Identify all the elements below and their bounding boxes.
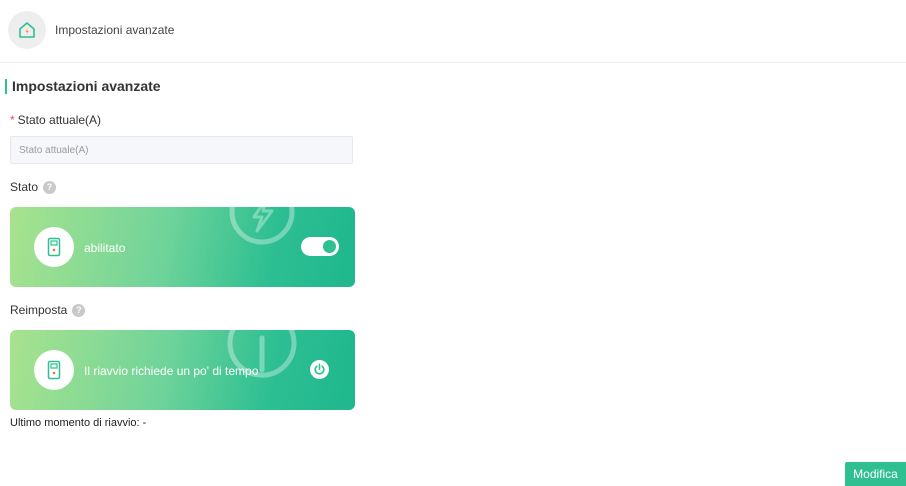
home-bolt-icon (8, 11, 46, 49)
status-label-row: Stato ? (10, 180, 57, 194)
power-icon[interactable] (310, 360, 329, 379)
status-label: Stato (10, 180, 39, 194)
status-toggle[interactable] (301, 237, 339, 256)
section-title: Impostazioni avanzate (5, 79, 161, 94)
toggle-knob (323, 240, 336, 253)
modify-button[interactable]: Modifica (845, 462, 906, 486)
reset-card: Il riavvio richiede un po' di tempo (10, 330, 355, 410)
current-field-label: * Stato attuale(A) (10, 113, 101, 127)
reset-label-row: Reimposta ? (10, 303, 86, 317)
last-restart-value: - (142, 417, 147, 429)
status-card-text: abilitato (84, 241, 126, 255)
reset-help-icon[interactable]: ? (72, 303, 86, 317)
current-input[interactable] (10, 136, 353, 164)
charger-icon (34, 227, 74, 267)
current-field-label-text: Stato attuale(A) (17, 113, 102, 127)
status-help-icon[interactable]: ? (43, 180, 57, 194)
reset-label: Reimposta (10, 303, 68, 317)
required-mark: * (10, 113, 15, 127)
status-card: abilitato (10, 207, 355, 287)
reset-card-text: Il riavvio richiede un po' di tempo (84, 364, 259, 378)
last-restart: Ultimo momento di riavvio: - (10, 417, 146, 429)
page-header: Impostazioni avanzate (0, 0, 906, 63)
header-title: Impostazioni avanzate (55, 23, 175, 37)
charger-icon (34, 350, 74, 390)
last-restart-label: Ultimo momento di riavvio: (10, 417, 140, 429)
